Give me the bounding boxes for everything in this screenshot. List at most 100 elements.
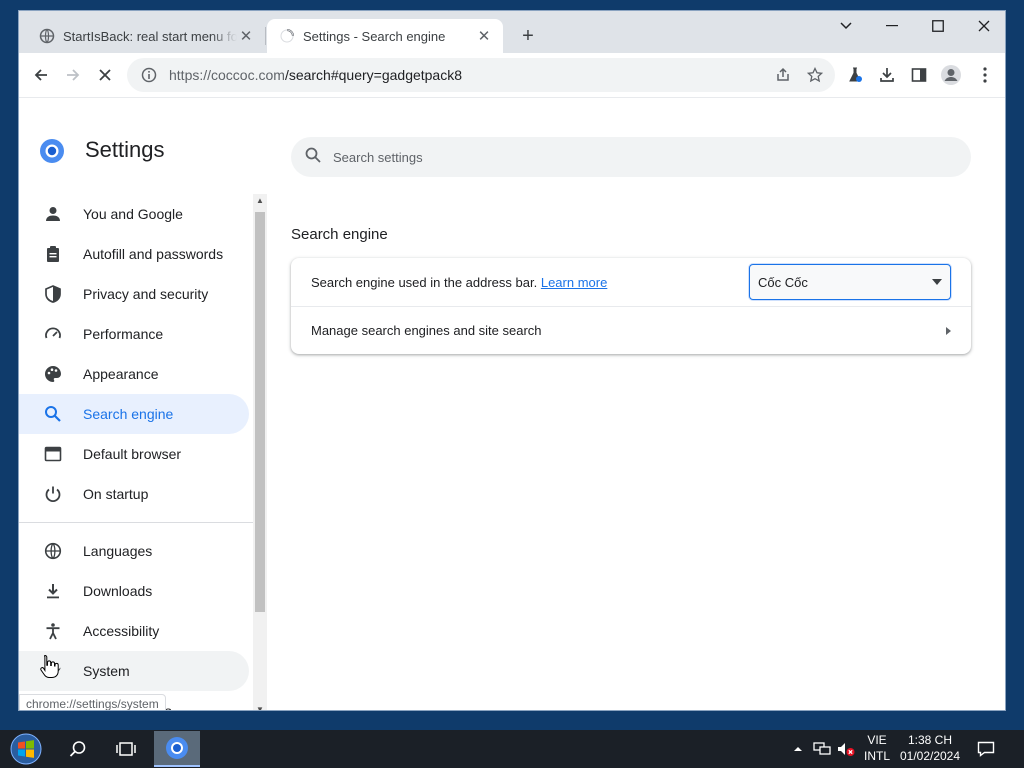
sidebar-item-label: Default browser	[83, 446, 182, 462]
address-bar-engine-label: Search engine used in the address bar. L…	[311, 275, 749, 290]
download-icon	[43, 581, 63, 601]
sidebar-item-label: Autofill and passwords	[83, 246, 224, 262]
back-button[interactable]	[27, 61, 55, 89]
search-engine-section: Search engine Search engine used in the …	[291, 226, 971, 354]
sidebar-item-label: System	[83, 663, 130, 679]
scroll-down-arrow-icon[interactable]: ▼	[255, 705, 265, 710]
section-title: Search engine	[291, 226, 388, 243]
sidebar-item-search-engine[interactable]: Search engine	[19, 394, 249, 434]
scroll-thumb[interactable]	[255, 212, 265, 612]
sidebar-item-privacy[interactable]: Privacy and security	[19, 274, 249, 314]
new-tab-button[interactable]: +	[517, 25, 539, 47]
sidebar-item-languages[interactable]: Languages	[19, 531, 249, 571]
sidebar-item-autofill[interactable]: Autofill and passwords	[19, 234, 249, 274]
close-window-button[interactable]	[961, 11, 1005, 41]
url-text[interactable]: https://coccoc.com/search#query=gadgetpa…	[169, 67, 771, 83]
clock-date: 01/02/2024	[899, 749, 961, 763]
minimize-button[interactable]	[869, 11, 915, 41]
downloads-icon[interactable]	[873, 61, 901, 89]
accessibility-icon	[43, 621, 63, 641]
show-hidden-icons-icon[interactable]	[786, 735, 810, 763]
tab-search-icon[interactable]	[823, 11, 869, 41]
manage-search-engines-label: Manage search engines and site search	[311, 323, 542, 338]
sidebar-item-label: On startup	[83, 486, 149, 502]
url-host: https://coccoc.com	[169, 67, 285, 83]
task-view-icon[interactable]	[112, 735, 140, 763]
page-title: Settings	[85, 137, 165, 162]
network-icon[interactable]	[810, 735, 834, 763]
volume-muted-icon[interactable]	[834, 735, 858, 763]
start-button-windows-icon[interactable]	[8, 732, 44, 766]
settings-page: Settings You and Google Autofill and pas…	[19, 97, 1005, 710]
input-language-indicator[interactable]: VIE INTL	[864, 732, 890, 764]
sidebar-item-label: Languages	[83, 543, 153, 559]
learn-more-link[interactable]: Learn more	[541, 275, 607, 290]
sidebar-item-accessibility[interactable]: Accessibility	[19, 611, 249, 651]
chevron-right-icon	[946, 326, 951, 335]
sidebar-item-label: Search engine	[83, 406, 174, 422]
language-code: VIE	[867, 733, 887, 747]
keyboard-layout: INTL	[864, 749, 891, 763]
globe-icon	[43, 541, 63, 561]
scroll-up-arrow-icon[interactable]: ▲	[255, 196, 265, 208]
forward-button[interactable]	[59, 61, 87, 89]
maximize-button[interactable]	[915, 11, 961, 41]
browser-toolbar: https://coccoc.com/search#query=gadgetpa…	[19, 53, 1005, 97]
sidebar-scrollbar[interactable]: ▲ ▼	[253, 194, 267, 710]
tab-title: StartIsBack: real start menu for Windows	[63, 28, 237, 44]
globe-icon	[39, 28, 55, 44]
search-engine-card: Search engine used in the address bar. L…	[291, 258, 971, 354]
browser-window-icon	[43, 444, 63, 464]
share-icon[interactable]	[771, 63, 795, 87]
tab-settings[interactable]: Settings - Search engine ✕	[267, 19, 503, 53]
taskbar-clock[interactable]: 1:38 CH 01/02/2024	[896, 732, 964, 764]
sidebar-item-default-browser[interactable]: Default browser	[19, 434, 249, 474]
sidebar-item-downloads[interactable]: Downloads	[19, 571, 249, 611]
site-info-icon[interactable]	[137, 63, 161, 87]
labs-flask-icon[interactable]	[841, 61, 869, 89]
manage-search-engines-row[interactable]: Manage search engines and site search	[291, 306, 971, 354]
sidebar-item-label: Accessibility	[83, 623, 160, 639]
clipboard-icon	[43, 244, 63, 264]
power-icon	[43, 484, 63, 504]
sidebar-divider	[19, 522, 253, 523]
shield-icon	[43, 284, 63, 304]
settings-header: Settings	[19, 128, 1005, 188]
sidebar-item-appearance[interactable]: Appearance	[19, 354, 249, 394]
sidebar-item-label: Downloads	[83, 583, 153, 599]
profile-avatar-icon[interactable]	[937, 61, 965, 89]
settings-search[interactable]	[291, 137, 971, 177]
settings-sidebar: You and Google Autofill and passwords Pr…	[19, 194, 267, 710]
sidebar-item-performance[interactable]: Performance	[19, 314, 249, 354]
tab-strip: StartIsBack: real start menu for Windows…	[19, 11, 1005, 53]
tab-title: Settings - Search engine	[303, 28, 446, 44]
browser-window: StartIsBack: real start menu for Windows…	[18, 10, 1006, 711]
side-panel-icon[interactable]	[905, 61, 933, 89]
person-icon	[43, 204, 63, 224]
tab-close-icon[interactable]: ✕	[475, 27, 493, 45]
selected-engine: Cốc Cốc	[758, 274, 808, 290]
speedometer-icon	[43, 324, 63, 344]
search-icon[interactable]	[64, 735, 92, 763]
action-center-icon[interactable]	[972, 735, 1000, 763]
search-engine-dropdown[interactable]: Cốc Cốc	[749, 264, 951, 300]
stop-loading-button[interactable]	[91, 61, 119, 89]
address-bar[interactable]: https://coccoc.com/search#query=gadgetpa…	[127, 58, 835, 92]
dropdown-caret-icon	[932, 279, 942, 285]
address-bar-engine-row: Search engine used in the address bar. L…	[291, 258, 971, 306]
sidebar-item-label: You and Google	[83, 206, 183, 222]
taskbar-browser-app[interactable]	[154, 731, 200, 767]
sidebar-item-label: Privacy and security	[83, 286, 209, 302]
sidebar-item-you-and-google[interactable]: You and Google	[19, 194, 249, 234]
row-label-text: Search engine used in the address bar.	[311, 274, 538, 290]
windows-taskbar: VIE INTL 1:38 CH 01/02/2024	[0, 730, 1024, 768]
url-path: /search#query=gadgetpack8	[284, 67, 463, 83]
tab-close-icon[interactable]: ✕	[237, 27, 255, 45]
search-input[interactable]	[333, 149, 933, 165]
browser-logo-icon	[40, 139, 64, 163]
tab-startisback[interactable]: StartIsBack: real start menu for Windows…	[27, 19, 265, 53]
more-menu-icon[interactable]	[971, 61, 999, 89]
bookmark-star-icon[interactable]	[803, 63, 827, 87]
sidebar-item-label: Performance	[83, 326, 164, 342]
sidebar-item-on-startup[interactable]: On startup	[19, 474, 249, 514]
